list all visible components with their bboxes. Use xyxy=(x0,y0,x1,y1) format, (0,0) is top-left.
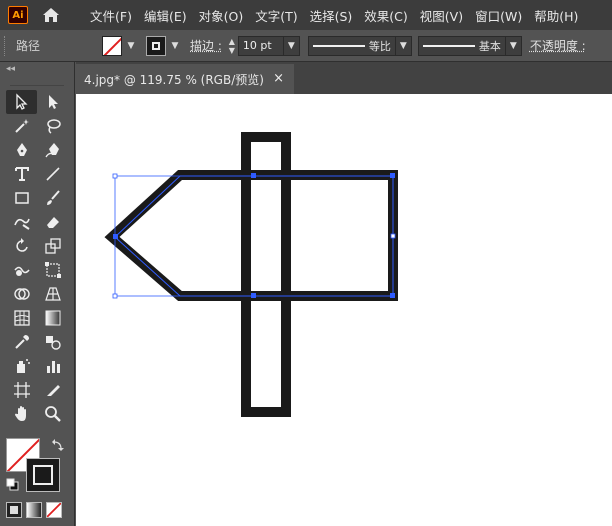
eyedropper-tool-icon[interactable] xyxy=(6,330,37,354)
control-bar: 路径 ▼ ▼ 描边 : ▲ ▼ 10 pt ▼ 等比 ▼ 基本 ▼ 不透明度 : xyxy=(0,30,612,62)
default-fill-stroke-icon[interactable] xyxy=(6,478,20,492)
document-tab[interactable]: 4.jpg* @ 119.75 % (RGB/预览) × xyxy=(76,64,294,94)
fill-stroke-controls xyxy=(6,438,66,498)
toolbar-grip[interactable] xyxy=(10,76,64,86)
home-icon[interactable] xyxy=(40,4,62,26)
stroke-color-inner xyxy=(33,465,53,485)
mesh-tool-icon[interactable] xyxy=(6,306,37,330)
artboard-canvas[interactable] xyxy=(76,94,612,526)
selection-type-label: 路径 xyxy=(16,39,41,53)
symbol-sprayer-tool-icon[interactable] xyxy=(6,354,37,378)
tools-panel: ◂◂ xyxy=(0,62,75,526)
lasso-tool-icon[interactable] xyxy=(37,114,68,138)
profile-label: 等比 xyxy=(368,39,391,53)
anchor-point[interactable] xyxy=(113,234,118,239)
app-logo: Ai xyxy=(8,6,28,24)
stroke-color-box[interactable] xyxy=(26,458,60,492)
menu-help[interactable]: 帮助(H) xyxy=(528,6,584,25)
blend-tool-icon[interactable] xyxy=(37,330,68,354)
stroke-weight-label[interactable]: 描边 : xyxy=(190,37,222,54)
type-tool-icon[interactable] xyxy=(6,162,37,186)
anchor-point[interactable] xyxy=(390,173,395,178)
color-mode-row xyxy=(6,502,62,518)
color-mode-icon[interactable] xyxy=(6,502,22,518)
profile-dropdown-icon[interactable]: ▼ xyxy=(395,35,412,56)
stroke-spinner-icon[interactable]: ▲ ▼ xyxy=(226,37,238,55)
stroke-weight-dropdown-icon[interactable]: ▼ xyxy=(283,35,300,56)
toolbar-collapse-icon[interactable]: ◂◂ xyxy=(0,62,74,76)
hand-tool-icon[interactable] xyxy=(6,402,37,426)
bbox-handle[interactable] xyxy=(112,173,118,179)
brush-line xyxy=(422,44,475,47)
document-tab-title: 4.jpg* @ 119.75 % (RGB/预览) xyxy=(84,72,264,87)
scale-tool-icon[interactable] xyxy=(37,234,68,258)
none-mode-icon[interactable] xyxy=(46,502,62,518)
anchor-point[interactable] xyxy=(251,293,256,298)
document-tab-bar: 4.jpg* @ 119.75 % (RGB/预览) × xyxy=(76,62,612,94)
shaper-tool-icon[interactable] xyxy=(6,210,37,234)
swap-fill-stroke-icon[interactable] xyxy=(51,438,65,452)
menu-items: 文件(F) 编辑(E) 对象(O) 文字(T) 选择(S) 效果(C) 视图(V… xyxy=(84,6,584,25)
warp-tool-icon[interactable] xyxy=(6,258,37,282)
menu-view[interactable]: 视图(V) xyxy=(414,6,469,25)
free-transform-tool-icon[interactable] xyxy=(37,258,68,282)
menu-file[interactable]: 文件(F) xyxy=(84,6,138,25)
eraser-tool-icon[interactable] xyxy=(37,210,68,234)
anchor-point[interactable] xyxy=(390,293,395,298)
magic-wand-tool-icon[interactable] xyxy=(6,114,37,138)
bbox-handle[interactable] xyxy=(390,233,396,239)
perspective-grid-tool-icon[interactable] xyxy=(37,282,68,306)
rotate-tool-icon[interactable] xyxy=(6,234,37,258)
menu-edit[interactable]: 编辑(E) xyxy=(138,6,193,25)
brush-label: 基本 xyxy=(478,39,501,53)
menu-window[interactable]: 窗口(W) xyxy=(469,6,528,25)
direct-selection-tool-icon[interactable] xyxy=(37,90,68,114)
signpost-arrow-shape[interactable] xyxy=(104,170,398,301)
gradient-tool-icon[interactable] xyxy=(37,306,68,330)
gradient-mode-icon[interactable] xyxy=(26,502,42,518)
fill-swatch[interactable] xyxy=(102,35,122,56)
profile-line xyxy=(312,44,365,47)
variable-width-profile[interactable]: 等比 xyxy=(307,35,396,56)
brush-dropdown-icon[interactable]: ▼ xyxy=(505,35,522,56)
stroke-swatch-inner xyxy=(152,41,160,50)
stroke-dropdown-icon[interactable]: ▼ xyxy=(168,36,182,56)
close-tab-icon[interactable]: × xyxy=(273,71,284,86)
column-graph-tool-icon[interactable] xyxy=(37,354,68,378)
menu-bar: Ai 文件(F) 编辑(E) 对象(O) 文字(T) 选择(S) 效果(C) 视… xyxy=(0,0,612,30)
shape-builder-tool-icon[interactable] xyxy=(6,282,37,306)
stroke-weight-input[interactable]: 10 pt xyxy=(237,35,284,56)
pen-tool-icon[interactable] xyxy=(6,138,37,162)
stroke-swatch[interactable] xyxy=(146,35,166,56)
bbox-handle[interactable] xyxy=(112,293,118,299)
artwork xyxy=(104,132,398,417)
anchor-point[interactable] xyxy=(251,173,256,178)
selection-tool-icon[interactable] xyxy=(6,90,37,114)
panel-grip[interactable] xyxy=(4,35,8,56)
menu-type[interactable]: 文字(T) xyxy=(249,6,303,25)
menu-effect[interactable]: 效果(C) xyxy=(358,6,413,25)
opacity-label[interactable]: 不透明度 : xyxy=(530,37,586,54)
brush-definition[interactable]: 基本 xyxy=(417,35,506,56)
fill-dropdown-icon[interactable]: ▼ xyxy=(124,36,138,56)
curvature-tool-icon[interactable] xyxy=(37,138,68,162)
artboard-tool-icon[interactable] xyxy=(6,378,37,402)
slice-tool-icon[interactable] xyxy=(37,378,68,402)
menu-select[interactable]: 选择(S) xyxy=(304,6,359,25)
paintbrush-tool-icon[interactable] xyxy=(37,186,68,210)
zoom-tool-icon[interactable] xyxy=(37,402,68,426)
line-tool-icon[interactable] xyxy=(37,162,68,186)
rectangle-tool-icon[interactable] xyxy=(6,186,37,210)
menu-object[interactable]: 对象(O) xyxy=(193,6,250,25)
